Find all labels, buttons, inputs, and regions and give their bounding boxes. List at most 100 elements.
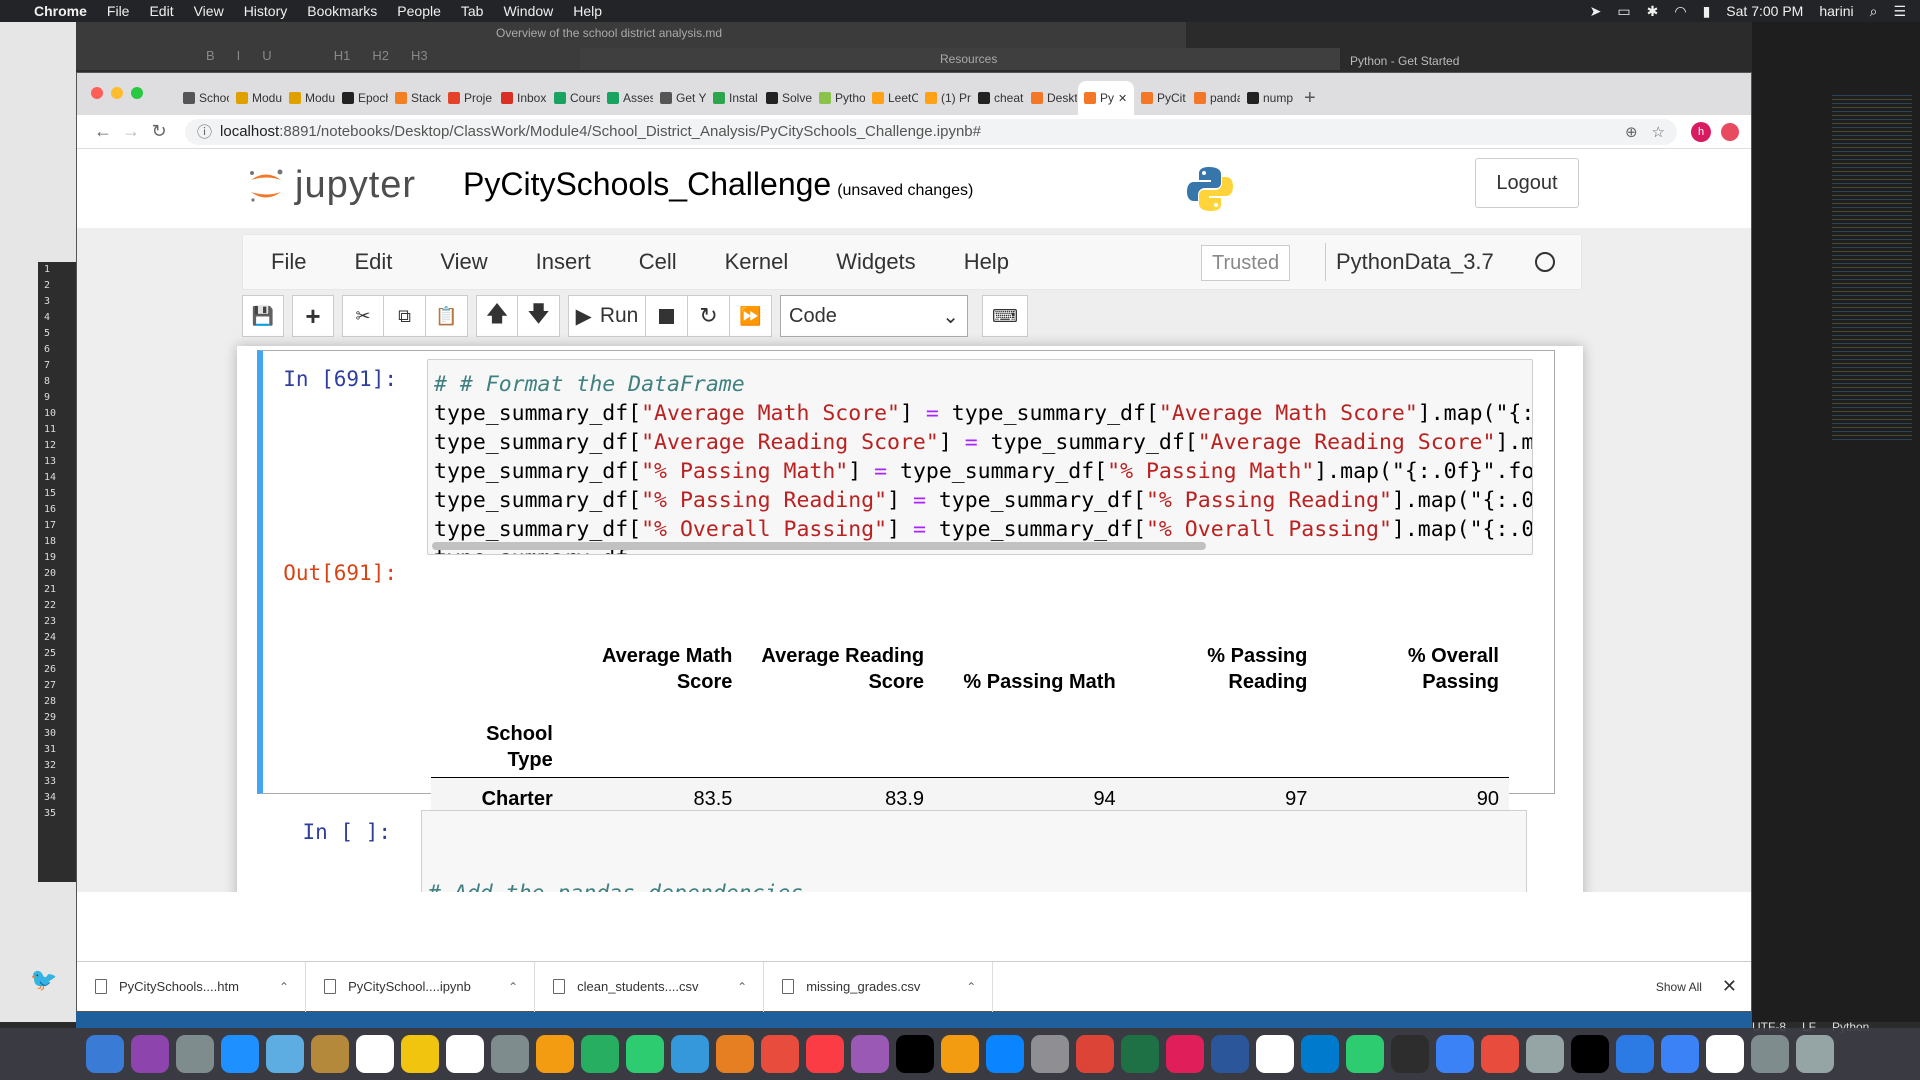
profile-avatar[interactable]: h bbox=[1691, 121, 1711, 142]
download-item[interactable]: PyCitySchool....ipynb ⌃ bbox=[306, 961, 536, 1012]
dock-app-icon[interactable] bbox=[941, 1035, 979, 1073]
logout-button[interactable]: Logout bbox=[1475, 158, 1579, 208]
dock-app-icon[interactable] bbox=[1391, 1035, 1429, 1073]
extension-icon[interactable] bbox=[1721, 122, 1739, 141]
browser-tab[interactable]: Epoch bbox=[336, 81, 388, 115]
dock-app-icon[interactable] bbox=[221, 1035, 259, 1073]
dock-app-icon[interactable] bbox=[1121, 1035, 1159, 1073]
info-icon[interactable]: ⓘ bbox=[197, 121, 212, 142]
browser-tab[interactable]: nump bbox=[1241, 81, 1293, 115]
dock-app-icon[interactable] bbox=[1031, 1035, 1069, 1073]
code-cell[interactable]: In [ ]: # Add the pandas dependencies im… bbox=[257, 804, 1555, 892]
run-button[interactable]: ▶ Run bbox=[568, 295, 646, 337]
dock-app-icon[interactable] bbox=[806, 1035, 844, 1073]
dock-app-icon[interactable] bbox=[626, 1035, 664, 1073]
notebook-title[interactable]: PyCitySchools_Challenge (unsaved changes) bbox=[463, 166, 973, 203]
dock-app-icon[interactable] bbox=[1526, 1035, 1564, 1073]
browser-tab[interactable]: Cours bbox=[548, 81, 600, 115]
browser-tab[interactable]: Py ✕ bbox=[1078, 81, 1134, 115]
os-menu-help[interactable]: Help bbox=[573, 3, 602, 19]
dock-app-icon[interactable] bbox=[1076, 1035, 1114, 1073]
menu-edit[interactable]: Edit bbox=[354, 249, 392, 275]
menu-file[interactable]: File bbox=[271, 249, 306, 275]
browser-tab[interactable]: cheat bbox=[972, 81, 1024, 115]
os-menu-bookmarks[interactable]: Bookmarks bbox=[307, 3, 377, 19]
browser-tab[interactable]: (1) Pr bbox=[919, 81, 971, 115]
browser-tab[interactable]: Schoo bbox=[177, 81, 229, 115]
show-all-button[interactable]: Show All bbox=[1646, 974, 1712, 1000]
typora-h1[interactable]: H1 bbox=[334, 48, 351, 63]
menu-insert[interactable]: Insert bbox=[536, 249, 591, 275]
dock-app-icon[interactable] bbox=[401, 1035, 439, 1073]
clock[interactable]: Sat 7:00 PM bbox=[1726, 3, 1803, 19]
dock-app-icon[interactable] bbox=[1571, 1035, 1609, 1073]
insert-cell-button[interactable]: + bbox=[292, 295, 334, 337]
minimize-window-button[interactable] bbox=[111, 87, 123, 99]
restart-run-all-button[interactable]: ⏩ bbox=[730, 295, 772, 337]
trusted-badge[interactable]: Trusted bbox=[1201, 245, 1291, 281]
dock-app-icon[interactable] bbox=[311, 1035, 349, 1073]
dock-app-icon[interactable] bbox=[896, 1035, 934, 1073]
browser-tab[interactable]: panda bbox=[1188, 81, 1240, 115]
wifi-icon[interactable]: ◠ bbox=[1674, 3, 1686, 20]
dock-app-icon[interactable] bbox=[1661, 1035, 1699, 1073]
dock-app-icon[interactable] bbox=[176, 1035, 214, 1073]
battery-icon[interactable]: ▮ bbox=[1703, 3, 1711, 20]
dock-app-icon[interactable] bbox=[1256, 1035, 1294, 1073]
browser-tab[interactable]: Modu bbox=[230, 81, 282, 115]
back-icon[interactable]: ← bbox=[89, 121, 117, 142]
tab-close-icon[interactable]: ✕ bbox=[1118, 92, 1127, 105]
interrupt-button[interactable] bbox=[646, 295, 688, 337]
os-menu-tab[interactable]: Tab bbox=[461, 3, 484, 19]
dock-app-icon[interactable] bbox=[491, 1035, 529, 1073]
dock-app-icon[interactable] bbox=[1706, 1035, 1744, 1073]
forward-icon[interactable]: → bbox=[117, 121, 145, 142]
reload-icon[interactable]: ↻ bbox=[145, 121, 173, 142]
download-item[interactable]: missing_grades.csv ⌃ bbox=[764, 961, 994, 1012]
browser-tab[interactable]: LeetC bbox=[866, 81, 918, 115]
cut-button[interactable]: ✂ bbox=[342, 295, 384, 337]
menu-widgets[interactable]: Widgets bbox=[836, 249, 915, 275]
cell-type-select[interactable]: Code ⌄ bbox=[780, 295, 968, 337]
user-name[interactable]: harini bbox=[1819, 3, 1853, 19]
download-item[interactable]: PyCitySchools....htm ⌃ bbox=[77, 961, 307, 1012]
typora-italic[interactable]: I bbox=[237, 48, 241, 63]
jupyter-logo[interactable]: jupyter bbox=[247, 164, 416, 207]
menu-view[interactable]: View bbox=[440, 249, 487, 275]
browser-tab[interactable]: Inbox bbox=[495, 81, 547, 115]
menu-kernel[interactable]: Kernel bbox=[725, 249, 789, 275]
close-window-button[interactable] bbox=[91, 87, 103, 99]
chevron-up-icon[interactable]: ⌃ bbox=[966, 980, 976, 994]
browser-tab[interactable]: Solve bbox=[760, 81, 812, 115]
dock-app-icon[interactable] bbox=[1436, 1035, 1474, 1073]
browser-tab[interactable]: Stack bbox=[389, 81, 441, 115]
browser-tab[interactable]: Asses bbox=[601, 81, 653, 115]
paste-button[interactable]: 📋 bbox=[426, 295, 468, 337]
dock-app-icon[interactable] bbox=[86, 1035, 124, 1073]
dock-app-icon[interactable] bbox=[986, 1035, 1024, 1073]
kernel-name[interactable]: PythonData_3.7 bbox=[1325, 243, 1494, 281]
chevron-up-icon[interactable]: ⌃ bbox=[737, 980, 747, 994]
browser-tab[interactable]: Deskt bbox=[1025, 81, 1077, 115]
bluetooth-icon[interactable]: ✱ bbox=[1647, 3, 1659, 20]
address-bar[interactable]: ⓘ localhost :8891/notebooks/Desktop/Clas… bbox=[185, 118, 1677, 145]
close-icon[interactable]: ✕ bbox=[1722, 976, 1737, 997]
vscode-tab[interactable]: Python - Get Started bbox=[1350, 54, 1459, 68]
dock-app-icon[interactable] bbox=[1301, 1035, 1339, 1073]
typora-h3[interactable]: H3 bbox=[411, 48, 428, 63]
code-cell-selected[interactable]: In [691]: # # Format the DataFrame type_s… bbox=[257, 350, 1555, 853]
dock-app-icon[interactable] bbox=[1751, 1035, 1789, 1073]
twitter-icon[interactable]: 🐦 bbox=[30, 967, 58, 992]
dock-app-icon[interactable] bbox=[131, 1035, 169, 1073]
location-icon[interactable]: ➤ bbox=[1590, 3, 1602, 20]
browser-tab[interactable]: Pytho bbox=[813, 81, 865, 115]
browser-tab[interactable]: Instal bbox=[707, 81, 759, 115]
copy-button[interactable]: ⧉ bbox=[384, 295, 426, 337]
dock-app-icon[interactable] bbox=[581, 1035, 619, 1073]
browser-tab[interactable]: PyCit bbox=[1135, 81, 1187, 115]
os-menu-app[interactable]: Chrome bbox=[34, 3, 87, 19]
dock-app-icon[interactable] bbox=[1211, 1035, 1249, 1073]
dock-app-icon[interactable] bbox=[851, 1035, 889, 1073]
dock-app-icon[interactable] bbox=[536, 1035, 574, 1073]
horizontal-scrollbar[interactable] bbox=[432, 542, 1206, 550]
